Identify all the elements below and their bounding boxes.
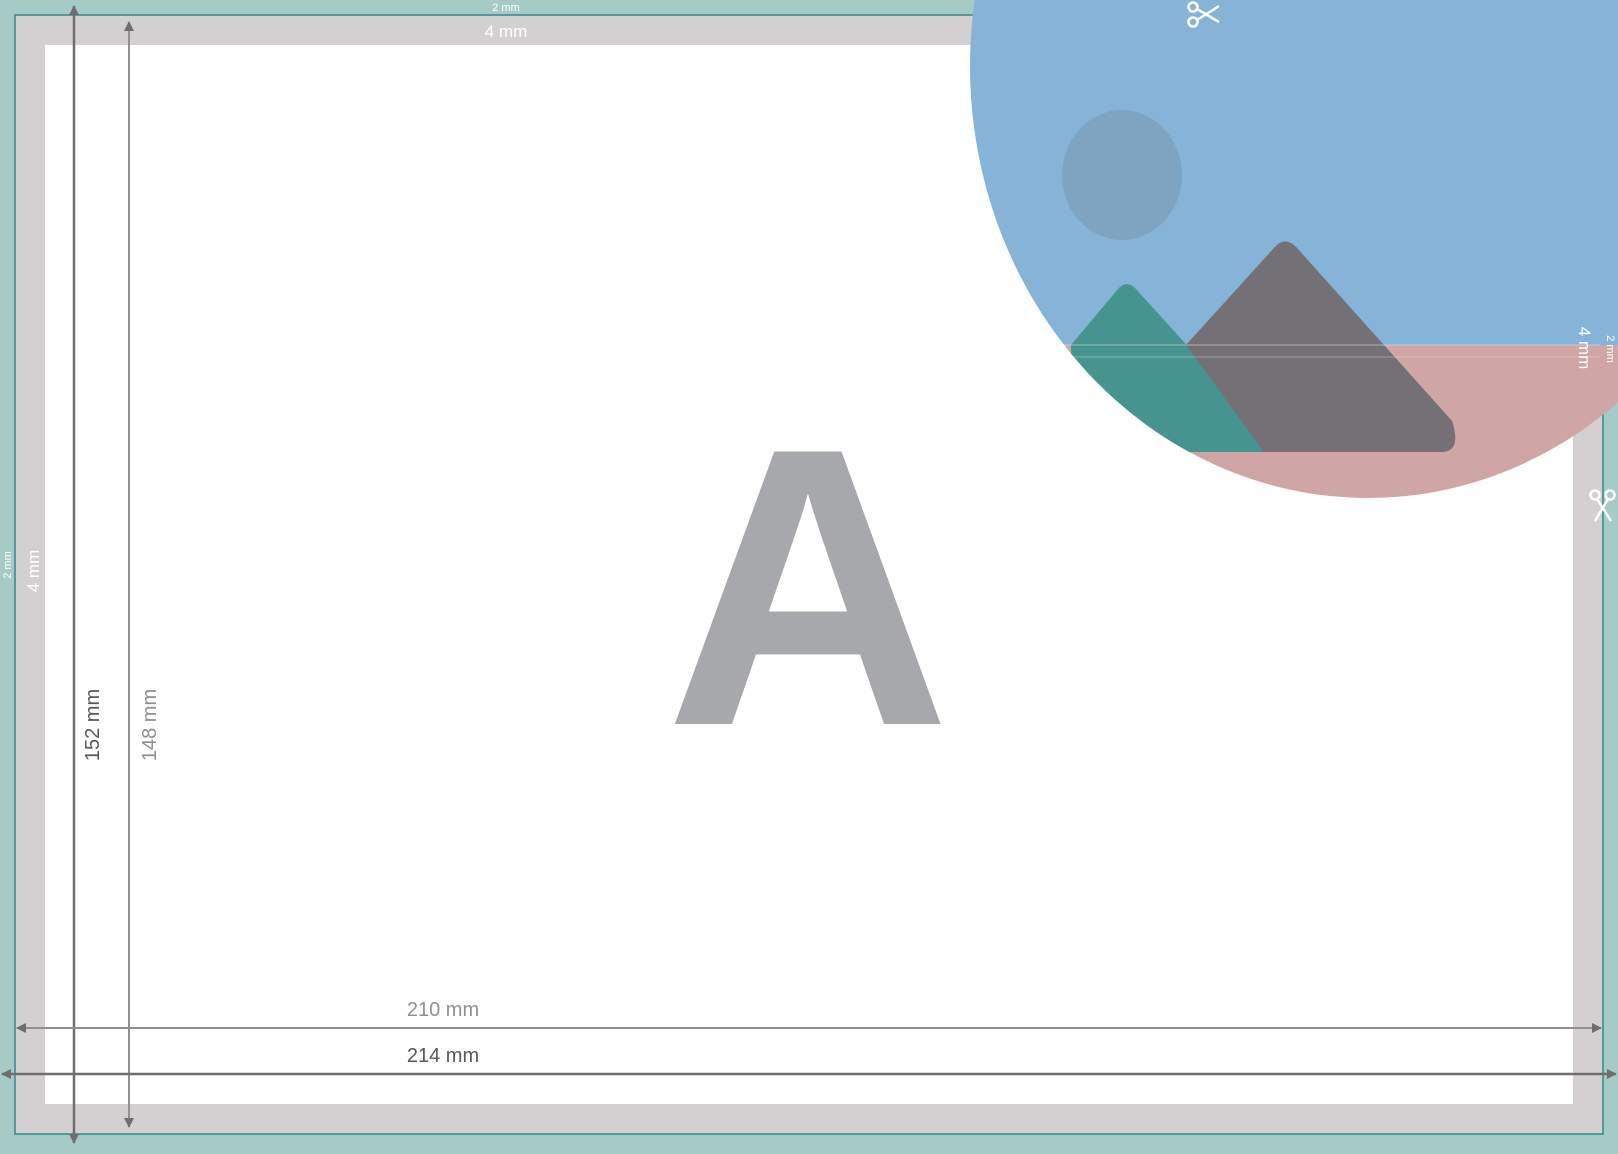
right-bleed-inner-label: 4 mm bbox=[1575, 327, 1594, 370]
width-full-label: 214 mm bbox=[407, 1045, 479, 1067]
height-full-label: 152 mm bbox=[82, 689, 104, 761]
right-bleed-outer-label: 2 mm bbox=[1604, 335, 1616, 363]
height-trim-label: 148 mm bbox=[139, 689, 161, 761]
top-bleed-outer-label: 2 mm bbox=[492, 2, 520, 14]
top-bleed-inner-label: 4 mm bbox=[485, 22, 528, 41]
print-template-canvas: A 2 mm 4 mm 2 mm 4 mm 4 mm 2 mm 152 mm 1… bbox=[0, 0, 1618, 1149]
print-template-svg: A 2 mm 4 mm 2 mm 4 mm 4 mm 2 mm 152 mm 1… bbox=[0, 0, 1618, 1149]
sun-shape bbox=[1062, 110, 1182, 240]
width-trim-label: 210 mm bbox=[407, 999, 479, 1021]
left-bleed-inner-label: 4 mm bbox=[24, 550, 43, 593]
page-letter: A bbox=[665, 366, 951, 808]
left-bleed-outer-label: 2 mm bbox=[2, 551, 14, 579]
